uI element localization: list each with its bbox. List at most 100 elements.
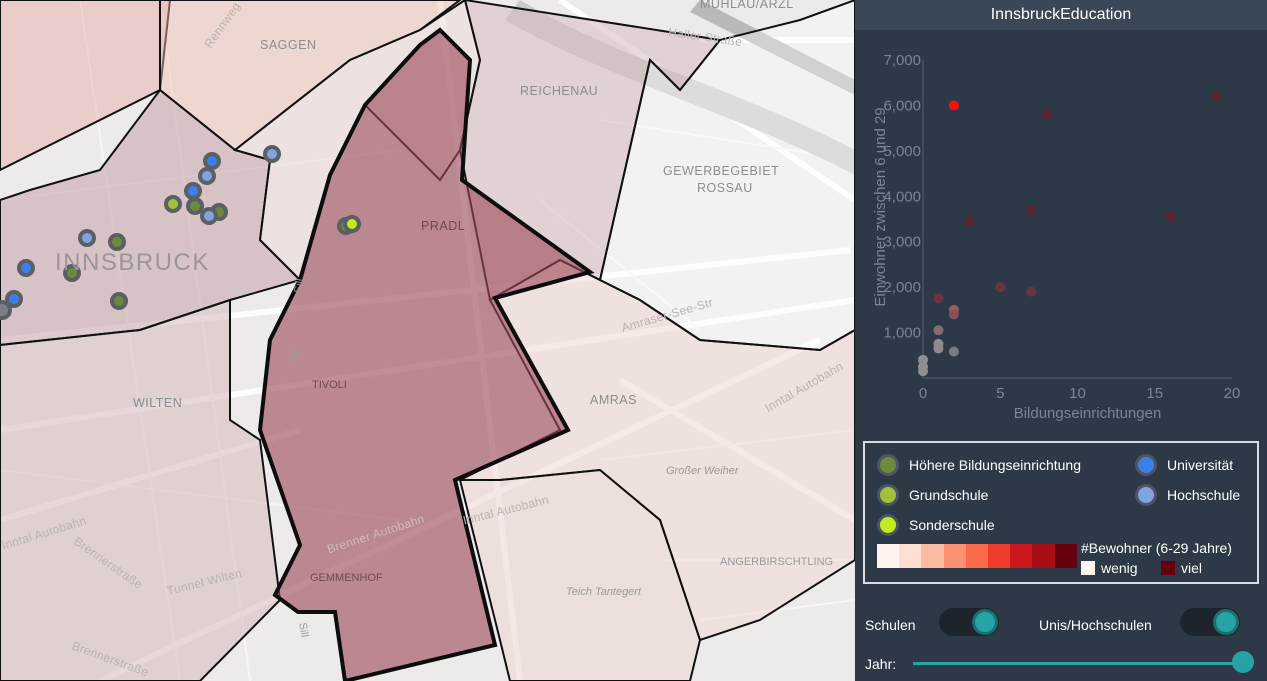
y-tick-label: 2,000 — [883, 279, 921, 296]
hochschule-dot-icon — [1135, 484, 1157, 506]
scatter-point[interactable] — [933, 343, 944, 354]
ramp-swatch — [987, 544, 1011, 568]
year-slider-track[interactable] — [913, 662, 1243, 665]
legend-label: Höhere Bildungseinrichtung — [909, 457, 1081, 473]
high-swatch-icon — [1161, 561, 1175, 575]
map-view[interactable]: MÜHLAU/ARZL SAGGEN REICHENAU GEWERBEGEBI… — [0, 0, 855, 681]
map-label-pradl: PRADL — [421, 219, 466, 233]
map-label-muehlau: MÜHLAU/ARZL — [700, 0, 794, 11]
university-marker[interactable] — [203, 152, 221, 170]
ramp-swatch — [1010, 544, 1033, 568]
side-panel: InnsbruckEducation 1,000 2,000 3,000 4,000 5… — [855, 0, 1267, 681]
schulen-toggle[interactable] — [939, 608, 999, 636]
hoehere-bildung-marker[interactable] — [110, 292, 128, 310]
scatter-point[interactable] — [964, 216, 975, 227]
legend-item-hoehere-bildung[interactable]: Höhere Bildungseinrichtung — [877, 454, 1081, 476]
university-marker[interactable] — [184, 182, 202, 200]
scatter-point[interactable] — [1041, 109, 1052, 120]
legend-item-sonderschule[interactable]: Sonderschule — [877, 514, 995, 536]
ramp-low-key: wenig — [1081, 560, 1138, 576]
map-label-tivoli: TIVOLI — [312, 379, 347, 391]
y-axis-ticks: 1,000 2,000 3,000 4,000 5,000 6,000 7,000 — [883, 52, 921, 342]
legend-label: Grundschule — [909, 487, 989, 503]
ramp-title: #Bewohner (6-29 Jahre) — [1081, 540, 1232, 556]
universitaet-dot-icon — [1135, 454, 1157, 476]
scatter-point[interactable] — [1211, 91, 1222, 102]
sonderschule-dot-icon — [877, 514, 899, 536]
river-label-sill-1: Sill — [292, 277, 307, 295]
river-label-sill-3: Sill — [296, 621, 311, 639]
hochschule-marker[interactable] — [200, 207, 218, 225]
ramp-swatch — [943, 544, 966, 568]
x-tick-label: 5 — [996, 385, 1004, 402]
color-ramp — [877, 544, 1077, 568]
scatter-point[interactable] — [995, 282, 1006, 293]
map-label-gewerbegebiet: GEWERBEGEBIET — [663, 164, 780, 178]
map-label-grosser-weiher: Großer Weiher — [666, 465, 739, 477]
scatter-point[interactable] — [1026, 286, 1037, 297]
y-tick-label: 4,000 — [883, 188, 921, 205]
map-label-saggen: SAGGEN — [260, 38, 317, 52]
ramp-swatch — [921, 544, 944, 568]
scatter-point[interactable] — [948, 309, 959, 320]
x-axis-label: Bildungseinrichtungen — [1014, 405, 1162, 422]
hoehere-bildung-dot-icon — [877, 454, 899, 476]
legend-item-hochschule[interactable]: Hochschule — [1135, 484, 1240, 506]
y-tick-label: 3,000 — [883, 234, 921, 251]
y-tick-label: 7,000 — [883, 52, 921, 69]
scatter-points[interactable] — [918, 91, 1222, 377]
x-tick-label: 0 — [919, 385, 927, 402]
map-label-angerbirschtling: ANGERBIRSCHTLING — [720, 556, 834, 568]
scatter-point[interactable] — [933, 293, 944, 304]
school-marker[interactable] — [0, 300, 12, 320]
ramp-swatch — [965, 544, 988, 568]
district-wilten[interactable] — [0, 298, 282, 681]
scatter-chart[interactable]: 1,000 2,000 3,000 4,000 5,000 6,000 7,000 0 5 10… — [855, 40, 1267, 430]
map-label-amras: AMRAS — [590, 393, 637, 407]
toggle-knob — [1216, 612, 1236, 632]
hoehere-bildung-marker[interactable] — [108, 233, 126, 251]
legend-label: Sonderschule — [909, 517, 995, 533]
y-tick-label: 5,000 — [883, 143, 921, 160]
ramp-swatch — [1054, 544, 1077, 568]
unis-toggle[interactable] — [1180, 608, 1240, 636]
x-axis-ticks: 0 5 10 15 20 — [919, 385, 1241, 402]
map-label-reichenau: REICHENAU — [520, 84, 599, 98]
scatter-point[interactable] — [1026, 204, 1037, 215]
x-tick-label: 10 — [1069, 385, 1086, 402]
x-tick-label: 15 — [1146, 385, 1163, 402]
scatter-point[interactable] — [948, 100, 959, 111]
jahr-label: Jahr: — [865, 656, 897, 672]
legend-item-universitaet[interactable]: Universität — [1135, 454, 1233, 476]
scatter-point[interactable] — [1165, 211, 1176, 222]
ramp-low-label: wenig — [1101, 560, 1138, 576]
map-label-gemmenhof: GEMMENHOF — [310, 572, 383, 584]
ramp-high-key: viel — [1161, 560, 1202, 576]
year-slider-handle[interactable] — [1232, 651, 1254, 673]
hoehere-bildung-marker[interactable] — [186, 197, 204, 215]
toggle-knob — [975, 612, 995, 632]
ramp-swatch — [1032, 544, 1055, 568]
unis-label: Unis/Hochschulen — [1039, 617, 1152, 633]
scatter-point[interactable] — [918, 366, 928, 377]
grundschule-marker[interactable] — [164, 195, 182, 213]
sonderschule-marker[interactable] — [343, 215, 361, 233]
hochschule-marker[interactable] — [263, 145, 281, 163]
river-label-sill-2: Sill — [288, 347, 303, 365]
legend-box: Höhere Bildungseinrichtung Grundschule S… — [863, 441, 1259, 584]
scatter-point[interactable] — [948, 346, 959, 357]
y-axis-label: Einwohner zwischen 6 und 29 — [872, 107, 889, 306]
grundschule-dot-icon — [877, 484, 899, 506]
university-marker[interactable] — [17, 259, 35, 277]
panel-title: InnsbruckEducation — [855, 0, 1267, 30]
ramp-high-label: viel — [1181, 560, 1203, 576]
legend-item-grundschule[interactable]: Grundschule — [877, 484, 988, 506]
hochschule-marker[interactable] — [198, 167, 216, 185]
y-tick-label: 1,000 — [883, 325, 921, 342]
ramp-swatch — [899, 544, 922, 568]
legend-label: Universität — [1167, 457, 1234, 473]
scatter-point[interactable] — [933, 325, 944, 336]
map-label-innsbruck: INNSBRUCK — [55, 249, 210, 276]
hochschule-marker[interactable] — [78, 229, 96, 247]
low-swatch-icon — [1081, 561, 1095, 575]
